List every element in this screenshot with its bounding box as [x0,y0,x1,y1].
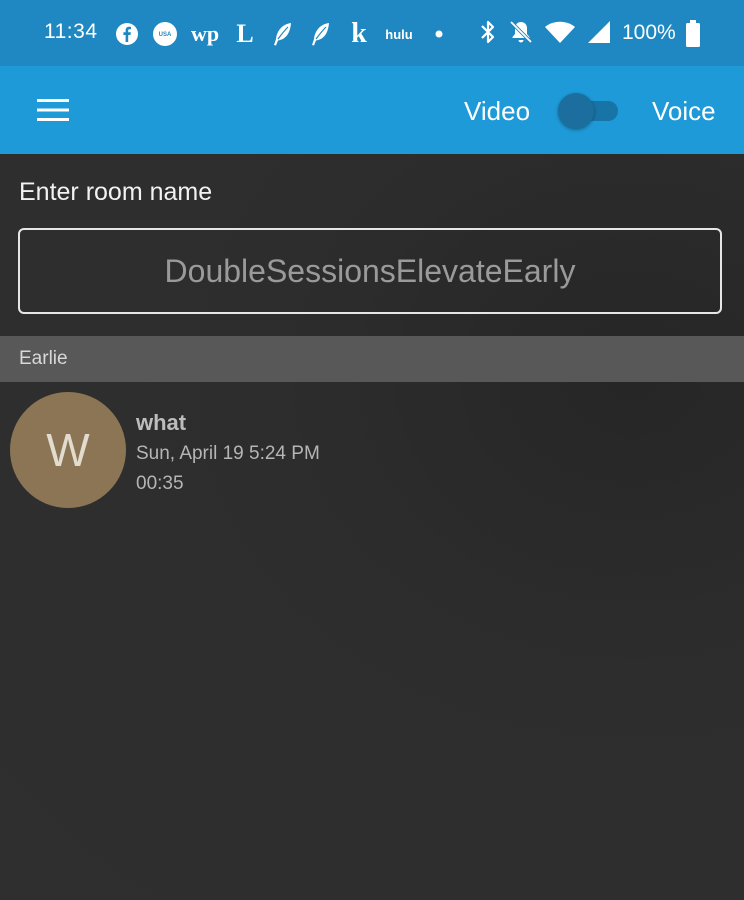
main-content: Enter room name Earlie W what Sun, April… [0,154,744,900]
battery-icon [685,20,701,53]
notifications-off-icon [508,19,534,50]
section-title: Earlie [19,348,68,369]
app-bar: Video Voice [0,66,744,154]
la-times-icon: L [236,19,254,48]
room-name-input[interactable] [18,228,722,314]
status-bar: 11:34 USA wp L k hulu 100% [0,0,744,66]
dot-icon [426,21,452,47]
k-icon: k [351,18,367,49]
hamburger-menu-icon [37,99,69,121]
feather-icon [270,21,296,47]
cell-signal-icon [586,19,612,50]
washington-post-icon: wp [190,21,220,46]
toggle-thumb [558,93,594,129]
call-date: Sun, April 19 5:24 PM [136,443,320,464]
usa-today-text: USA [159,32,172,38]
list-item[interactable]: W what Sun, April 19 5:24 PM 00:35 [0,390,744,514]
menu-button[interactable] [30,90,76,130]
wifi-icon [544,19,576,50]
usa-today-icon: USA [152,21,178,47]
call-title: what [136,410,187,435]
room-name-label: Enter room name [19,178,213,206]
system-icons [478,19,612,49]
battery-percentage: 100% [622,21,676,44]
clock: 11:34 [44,20,98,43]
history-section-header: Earlie [0,336,744,382]
notification-icons: USA wp L k hulu [114,18,452,49]
feather-icon [308,21,334,47]
video-voice-toggle[interactable] [558,93,620,129]
avatar: W [10,392,126,508]
bluetooth-icon [478,19,498,50]
voice-label: Voice [652,96,716,126]
video-label: Video [464,96,531,126]
call-duration: 00:35 [136,473,184,494]
hulu-icon: hulu [385,26,413,42]
facebook-icon [114,21,140,47]
